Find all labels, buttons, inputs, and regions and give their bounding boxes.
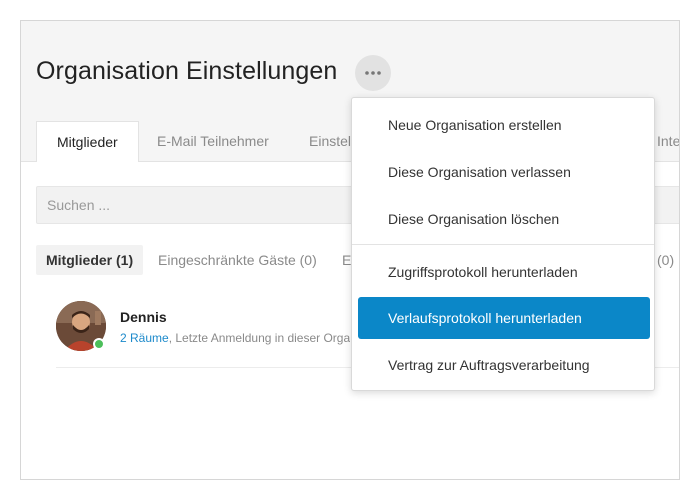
more-options-button[interactable] xyxy=(355,55,391,91)
tab-email-teilnehmer[interactable]: E-Mail Teilnehmer xyxy=(157,121,269,162)
menu-item-organisation-verlassen[interactable]: Diese Organisation verlassen xyxy=(358,151,650,193)
filter-count[interactable]: (0) xyxy=(657,245,674,275)
menu-divider xyxy=(352,244,654,245)
menu-item-auftragsverarbeitung[interactable]: Vertrag zur Auftragsverarbeitung xyxy=(358,344,650,386)
filter-eingeschraenkte-gaeste[interactable]: Eingeschränkte Gäste (0) xyxy=(158,245,317,275)
page-title: Organisation Einstellungen xyxy=(36,57,338,85)
member-name: Dennis xyxy=(120,309,167,325)
tab-einstellungen[interactable]: Einstel xyxy=(309,121,351,162)
tab-mitglieder[interactable]: Mitglieder xyxy=(36,121,139,163)
online-status-dot xyxy=(93,338,105,350)
menu-item-organisation-loeschen[interactable]: Diese Organisation löschen xyxy=(358,198,650,240)
menu-item-verlaufsprotokoll[interactable]: Verlaufsprotokoll herunterladen xyxy=(358,297,650,339)
rooms-link[interactable]: 2 Räume xyxy=(120,331,169,345)
organisation-options-menu: Neue Organisation erstellen Diese Organi… xyxy=(351,97,655,391)
last-login-text: , Letzte Anmeldung in dieser Orga xyxy=(168,331,350,345)
menu-item-zugriffsprotokoll[interactable]: Zugriffsprotokoll herunterladen xyxy=(358,251,650,293)
filter-e[interactable]: E xyxy=(342,245,351,275)
filter-mitglieder[interactable]: Mitglieder (1) xyxy=(36,245,144,275)
tab-integrationen[interactable]: Inte xyxy=(657,121,679,162)
menu-item-neue-organisation[interactable]: Neue Organisation erstellen xyxy=(358,104,650,146)
member-details: 2 Räume, Letzte Anmeldung in dieser Orga xyxy=(120,331,350,345)
more-horizontal-icon xyxy=(365,71,381,75)
